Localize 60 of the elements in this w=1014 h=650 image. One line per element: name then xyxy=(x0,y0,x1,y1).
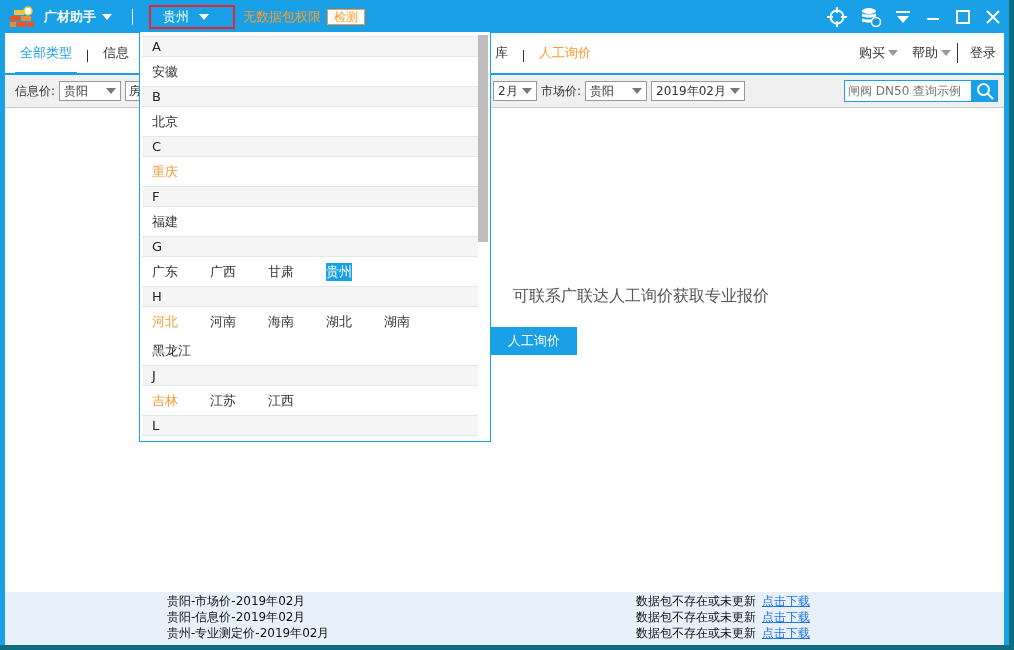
letter-header: A xyxy=(142,36,478,57)
letter-header: H xyxy=(142,286,478,307)
package-status: 数据包不存在或未更新 xyxy=(636,624,756,642)
package-name: 贵州-专业测定价-2019年02月 xyxy=(166,624,331,642)
letter-header: J xyxy=(142,365,478,386)
package-name: 贵阳-市场价-2019年02月 xyxy=(166,592,307,610)
city-option[interactable]: 黑龙江 xyxy=(152,336,191,365)
city-option[interactable]: 福建 xyxy=(152,207,178,236)
dropdown-field[interactable]: 贵阳 xyxy=(59,81,122,101)
download-link[interactable]: 点击下载 xyxy=(762,608,810,626)
scrollbar-thumb[interactable] xyxy=(478,35,488,242)
info-message: 可联系广联达人工询价获取专业报价 xyxy=(512,286,769,307)
package-status: 数据包不存在或未更新 xyxy=(636,608,756,626)
tab[interactable]: 信息 xyxy=(98,33,134,75)
letter-header: C xyxy=(142,136,478,157)
download-link[interactable]: 点击下载 xyxy=(762,592,810,610)
maximize-icon[interactable] xyxy=(955,8,971,25)
filter-label: 市场价: xyxy=(541,82,582,100)
caret-icon xyxy=(106,88,117,94)
package-status: 数据包不存在或未更新 xyxy=(636,592,756,610)
caret-icon xyxy=(941,50,951,56)
bricks-logo-icon xyxy=(10,5,34,28)
menu-button[interactable]: 帮助 xyxy=(912,33,951,73)
city-option[interactable]: 海南 xyxy=(268,307,294,336)
city-option[interactable]: 甘肃 xyxy=(268,257,294,286)
caret-icon xyxy=(199,13,209,20)
dropdown-icon[interactable] xyxy=(895,9,911,24)
caret-icon xyxy=(730,88,741,94)
search-field[interactable]: 闸阀 DN50 查询示例 xyxy=(844,80,972,102)
tab[interactable]: 库 xyxy=(490,33,513,75)
caret-icon xyxy=(522,88,533,94)
filter-label: 信息价: xyxy=(15,82,56,100)
caret-icon xyxy=(632,88,643,94)
letter-header: B xyxy=(142,86,478,107)
package-name: 贵阳-信息价-2019年02月 xyxy=(166,608,307,626)
dropdown-field[interactable]: 2019年02月 xyxy=(651,81,746,101)
city-option[interactable]: 广东 xyxy=(152,257,178,286)
dropdown-field[interactable]: 贵阳 xyxy=(585,81,648,101)
city-option[interactable]: 北京 xyxy=(152,107,178,136)
caret-icon xyxy=(888,50,898,56)
city-option[interactable]: 安徽 xyxy=(152,57,178,86)
city-option[interactable]: 河南 xyxy=(210,307,236,336)
crosshair-icon[interactable] xyxy=(827,6,847,27)
dropdown-field[interactable]: 2月 xyxy=(493,81,538,101)
caret-icon xyxy=(102,13,112,20)
letter-header: L xyxy=(142,415,478,436)
close-icon[interactable] xyxy=(985,8,1001,25)
download-link[interactable]: 点击下载 xyxy=(762,624,810,642)
city-option[interactable]: 江苏 xyxy=(210,386,236,415)
letter-header: F xyxy=(142,186,478,207)
menu-button[interactable]: 购买 xyxy=(859,33,898,73)
permission-notice: 无数据包权限 xyxy=(243,7,321,26)
letter-header: G xyxy=(142,236,478,257)
city-option[interactable]: 广西 xyxy=(210,257,236,286)
city-option[interactable]: 湖北 xyxy=(326,307,352,336)
database-icon[interactable] xyxy=(861,6,881,27)
city-option[interactable]: 湖南 xyxy=(384,307,410,336)
search-button[interactable] xyxy=(972,80,998,102)
login-button[interactable]: 登录 xyxy=(970,33,996,73)
city-option[interactable]: 江西 xyxy=(268,386,294,415)
